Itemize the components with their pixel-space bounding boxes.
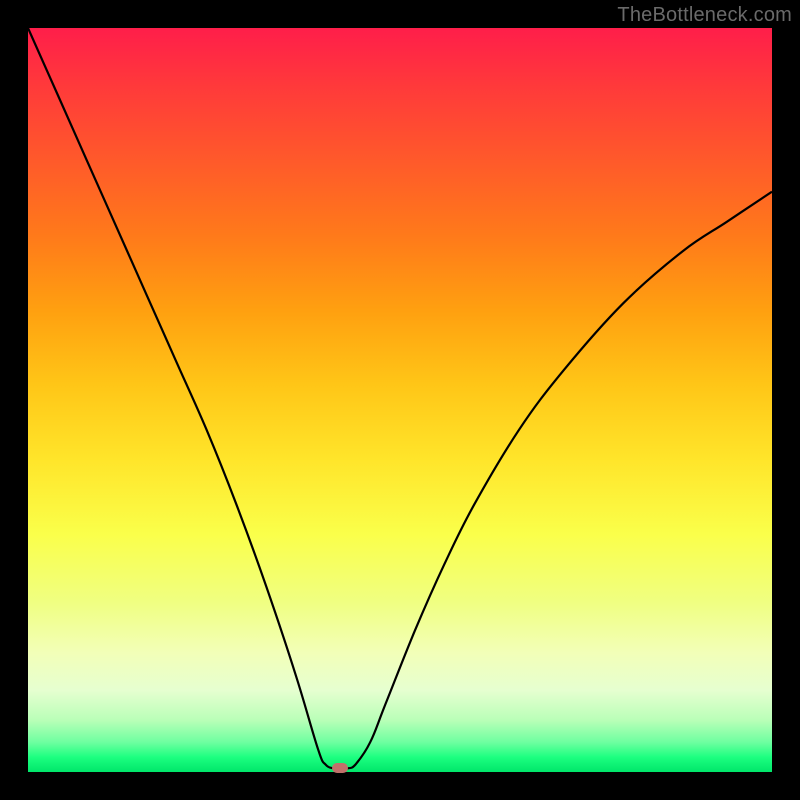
optimal-point-marker xyxy=(332,763,348,773)
curve-path xyxy=(28,28,772,769)
chart-frame: TheBottleneck.com xyxy=(0,0,800,800)
bottleneck-curve xyxy=(28,28,772,772)
plot-area xyxy=(28,28,772,772)
watermark-text: TheBottleneck.com xyxy=(617,4,792,27)
